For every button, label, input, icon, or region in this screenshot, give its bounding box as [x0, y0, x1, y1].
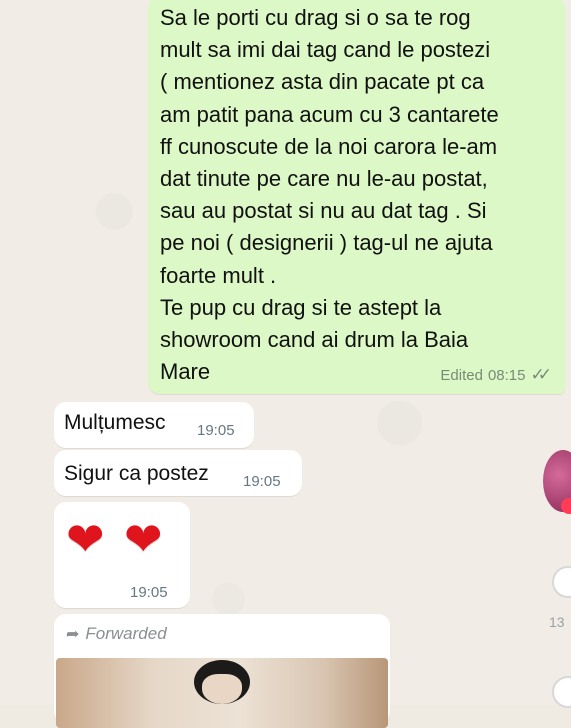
forwarded-message-bubble[interactable]: ➦ Forwarded: [54, 614, 390, 728]
heart-emoji-icon: ❤: [124, 512, 163, 566]
incoming-emoji-bubble[interactable]: ❤ ❤ 19:05: [54, 502, 190, 608]
outgoing-message-text: Sa le porti cu drag si o sa te rog mult …: [160, 5, 499, 385]
message-time: 19:05: [197, 422, 235, 439]
incoming-message-text: Sigur ca postez: [64, 462, 209, 485]
double-check-icon: ✓✓: [530, 365, 552, 384]
heart-emoji-icon: ❤: [66, 512, 105, 566]
message-time: 08:15: [487, 366, 526, 384]
incoming-message-text: Mulțumesc: [64, 411, 166, 434]
notification-badge: [561, 498, 571, 514]
edited-label: Edited: [440, 366, 483, 384]
forwarded-image[interactable]: [56, 658, 388, 728]
image-figure: [194, 660, 250, 704]
forwarded-label: Forwarded: [85, 624, 167, 643]
message-time: 19:05: [243, 473, 281, 490]
forwarded-label-row: ➦ Forwarded: [66, 624, 167, 644]
forward-arrow-icon: ➦: [66, 626, 80, 643]
incoming-message-bubble[interactable]: Mulțumesc 19:05: [54, 402, 254, 448]
message-meta: Edited 08:15 ✓✓: [440, 365, 551, 385]
message-time: 19:05: [130, 584, 168, 601]
incoming-message-bubble[interactable]: Sigur ca postez 19:05: [54, 450, 302, 496]
outgoing-message-bubble[interactable]: Sa le porti cu drag si o sa te rog mult …: [148, 0, 565, 394]
side-count: 13: [549, 614, 565, 630]
